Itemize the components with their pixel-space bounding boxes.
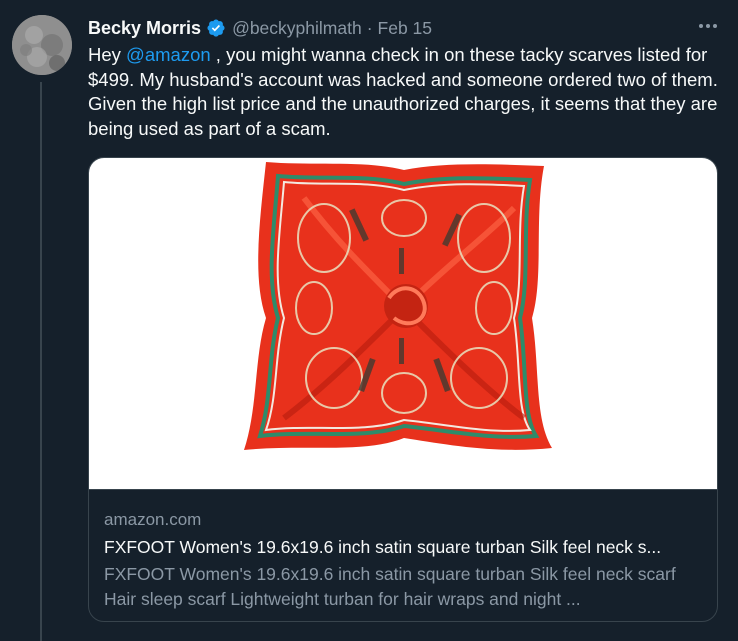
tweet-text-prefix: Hey bbox=[88, 44, 127, 65]
avatar[interactable] bbox=[12, 15, 72, 75]
scarf-image bbox=[244, 162, 552, 450]
verified-badge-icon bbox=[206, 18, 226, 38]
tweet-date[interactable]: Feb 15 bbox=[378, 18, 432, 39]
more-options-icon[interactable] bbox=[694, 14, 722, 38]
card-description: FXFOOT Women's 19.6x19.6 inch satin squa… bbox=[104, 564, 676, 609]
author-handle[interactable]: @beckyphilmath bbox=[232, 18, 362, 39]
card-domain: amazon.com bbox=[104, 510, 202, 529]
thread-line bbox=[40, 82, 42, 641]
author-display-name[interactable]: Becky Morris bbox=[88, 18, 201, 39]
separator-dot: · bbox=[366, 17, 373, 38]
tweet-header: Becky Morris @beckyphilmath · Feb 15 bbox=[88, 15, 432, 41]
mention-link[interactable]: @amazon bbox=[126, 44, 211, 65]
tweet-text: Hey @amazon , you might wanna check in o… bbox=[88, 43, 718, 141]
tweet[interactable]: Becky Morris @beckyphilmath · Feb 15 Hey… bbox=[0, 0, 738, 641]
card-title: FXFOOT Women's 19.6x19.6 inch satin squa… bbox=[104, 537, 662, 557]
card-body: amazon.com FXFOOT Women's 19.6x19.6 inch… bbox=[89, 490, 717, 612]
link-preview-card[interactable]: amazon.com FXFOOT Women's 19.6x19.6 inch… bbox=[88, 157, 718, 622]
card-image[interactable] bbox=[89, 158, 717, 490]
avatar-image bbox=[12, 15, 72, 75]
